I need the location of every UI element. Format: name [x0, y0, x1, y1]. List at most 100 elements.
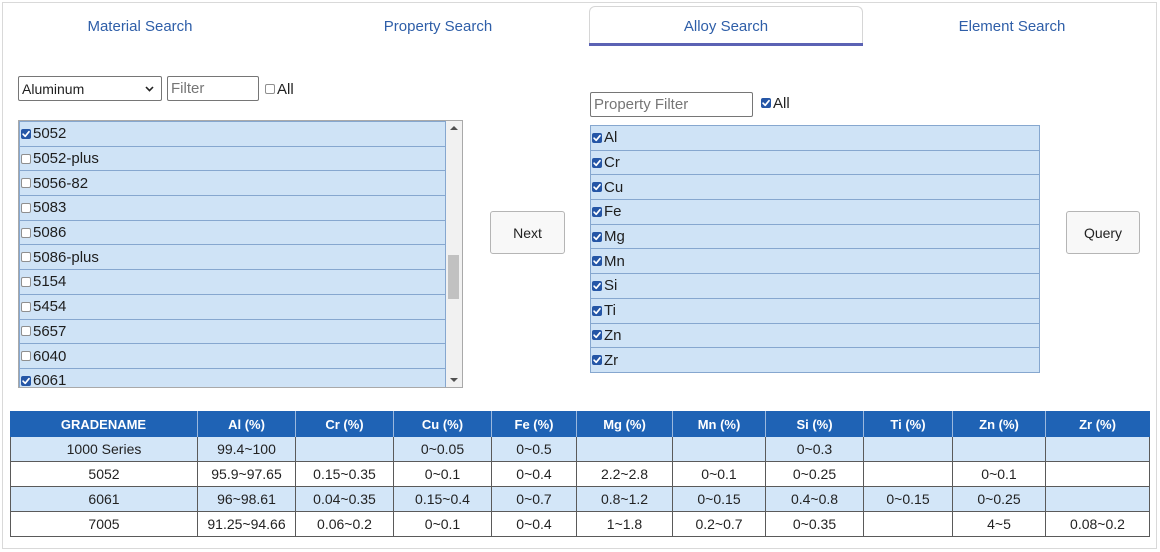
- tab-element-search[interactable]: Element Search: [875, 6, 1149, 46]
- property-checkbox[interactable]: [592, 132, 602, 143]
- material-select[interactable]: Aluminum: [18, 76, 162, 101]
- grade-checkbox[interactable]: [21, 276, 31, 287]
- grade-label: 5454: [33, 298, 67, 316]
- grade-item-6040[interactable]: 6040: [20, 344, 445, 369]
- composition-cell: 0~0.4: [492, 462, 577, 487]
- composition-cell: [296, 437, 394, 462]
- material-select-value: Aluminum: [22, 80, 85, 97]
- check-icon: [21, 376, 31, 386]
- property-checkbox[interactable]: [592, 280, 602, 291]
- column-header-cu: Cu (%): [394, 411, 492, 437]
- property-item-cu[interactable]: Cu: [591, 175, 1039, 201]
- query-button[interactable]: Query: [1066, 211, 1140, 254]
- select-all-properties-checkbox[interactable]: [761, 98, 771, 108]
- property-item-cr[interactable]: Cr: [591, 150, 1039, 176]
- results-table: GRADENAME Al (%) Cr (%) Cu (%) Fe (%) Mg (%) M…: [10, 411, 1150, 537]
- column-header-fe: Fe (%): [492, 411, 577, 437]
- grade-checkbox[interactable]: [21, 202, 31, 213]
- composition-cell: 0~0.35: [766, 512, 864, 537]
- composition-cell: 0~0.25: [953, 487, 1046, 512]
- grade-label: 5052: [33, 125, 67, 143]
- grade-checkbox[interactable]: [21, 375, 31, 386]
- scroll-up-arrow-icon[interactable]: [450, 126, 458, 130]
- grade-checkbox[interactable]: [21, 128, 31, 139]
- property-filter-input[interactable]: [590, 92, 753, 117]
- composition-cell: 95.9~97.65: [198, 462, 296, 487]
- property-item-mn[interactable]: Mn: [591, 249, 1039, 275]
- property-item-zr[interactable]: Zr: [591, 348, 1039, 373]
- scroll-down-arrow-icon[interactable]: [450, 378, 458, 382]
- composition-cell: [864, 437, 953, 462]
- select-all-label: All: [773, 94, 790, 112]
- select-all-grades-checkbox[interactable]: [265, 84, 275, 94]
- grade-item-5086-plus[interactable]: 5086-plus: [20, 245, 445, 271]
- grade-filter-input[interactable]: [167, 76, 259, 101]
- composition-cell: 0.4~0.8: [766, 487, 864, 512]
- grade-checkbox[interactable]: [21, 153, 31, 164]
- table-row: 5052 95.9~97.65 0.15~0.35 0~0.1 0~0.4 2.2~2.8…: [10, 462, 1150, 487]
- grade-item-5052[interactable]: 5052: [20, 122, 445, 147]
- grade-list-scrollbar[interactable]: [446, 121, 462, 387]
- grade-checkbox[interactable]: [21, 227, 31, 238]
- tab-material-search[interactable]: Material Search: [3, 6, 277, 46]
- property-item-mg[interactable]: Mg: [591, 224, 1039, 250]
- property-item-ti[interactable]: Ti: [591, 298, 1039, 324]
- select-all-grades[interactable]: All: [264, 80, 294, 98]
- tab-alloy-search[interactable]: Alloy Search: [589, 6, 863, 46]
- grade-item-5086[interactable]: 5086: [20, 220, 445, 246]
- check-icon: [592, 256, 602, 266]
- tab-property-search[interactable]: Property Search: [301, 6, 575, 46]
- property-checkbox[interactable]: [592, 157, 602, 168]
- grade-item-5052-plus[interactable]: 5052-plus: [20, 146, 445, 172]
- grade-item-6061[interactable]: 6061: [20, 368, 445, 388]
- property-checkbox[interactable]: [592, 182, 602, 193]
- property-listbox[interactable]: Al Cr Cu Fe Mg Mn Si Ti Zn Zr: [590, 125, 1040, 373]
- property-checkbox[interactable]: [592, 305, 602, 316]
- grade-item-5657[interactable]: 5657: [20, 319, 445, 345]
- grade-checkbox[interactable]: [21, 326, 31, 337]
- property-checkbox[interactable]: [592, 231, 602, 242]
- composition-cell: 2.2~2.8: [577, 462, 673, 487]
- next-button[interactable]: Next: [490, 211, 565, 254]
- table-body: 1000 Series 99.4~100 0~0.05 0~0.5 0~0.3 5052 9…: [10, 437, 1150, 537]
- grade-item-5154[interactable]: 5154: [20, 270, 445, 295]
- grade-label: 5086: [33, 224, 67, 242]
- grade-checkbox[interactable]: [21, 252, 31, 263]
- alloy-search-app: Material Search Property Search Alloy Se…: [0, 0, 1160, 552]
- grade-item-5454[interactable]: 5454: [20, 294, 445, 320]
- composition-cell: 0.15~0.35: [296, 462, 394, 487]
- composition-cell: 0.15~0.4: [394, 487, 492, 512]
- column-header-zn: Zn (%): [953, 411, 1046, 437]
- tab-label: Element Search: [958, 17, 1066, 35]
- property-item-zn[interactable]: Zn: [591, 323, 1039, 349]
- property-item-si[interactable]: Si: [591, 274, 1039, 299]
- property-item-fe[interactable]: Fe: [591, 200, 1039, 225]
- grade-checkbox[interactable]: [21, 301, 31, 312]
- grade-listbox[interactable]: 5052 5052-plus 5056-82 5083 5086 5086-plus 515…: [18, 120, 463, 388]
- composition-cell: 0.2~0.7: [673, 512, 766, 537]
- check-icon: [592, 355, 602, 365]
- property-item-al[interactable]: Al: [591, 126, 1039, 151]
- check-icon: [592, 330, 602, 340]
- composition-cell: 0~0.1: [394, 512, 492, 537]
- composition-cell: [864, 512, 953, 537]
- property-checkbox[interactable]: [592, 206, 602, 217]
- composition-cell: 1~1.8: [577, 512, 673, 537]
- column-header-mg: Mg (%): [577, 411, 673, 437]
- property-label: Ti: [604, 302, 616, 320]
- grade-item-5083[interactable]: 5083: [20, 196, 445, 221]
- grade-checkbox[interactable]: [21, 178, 31, 189]
- tab-label: Alloy Search: [683, 18, 769, 35]
- grade-item-5056-82[interactable]: 5056-82: [20, 171, 445, 197]
- grade-label: 5657: [33, 322, 67, 340]
- property-checkbox[interactable]: [592, 355, 602, 366]
- select-all-properties[interactable]: All: [760, 94, 790, 112]
- property-checkbox[interactable]: [592, 256, 602, 267]
- composition-cell: 0.04~0.35: [296, 487, 394, 512]
- composition-cell: [577, 437, 673, 462]
- grade-label: 6061: [33, 372, 67, 388]
- property-checkbox[interactable]: [592, 330, 602, 341]
- property-label: Si: [604, 277, 618, 295]
- scrollbar-thumb[interactable]: [448, 255, 459, 299]
- grade-checkbox[interactable]: [21, 351, 31, 362]
